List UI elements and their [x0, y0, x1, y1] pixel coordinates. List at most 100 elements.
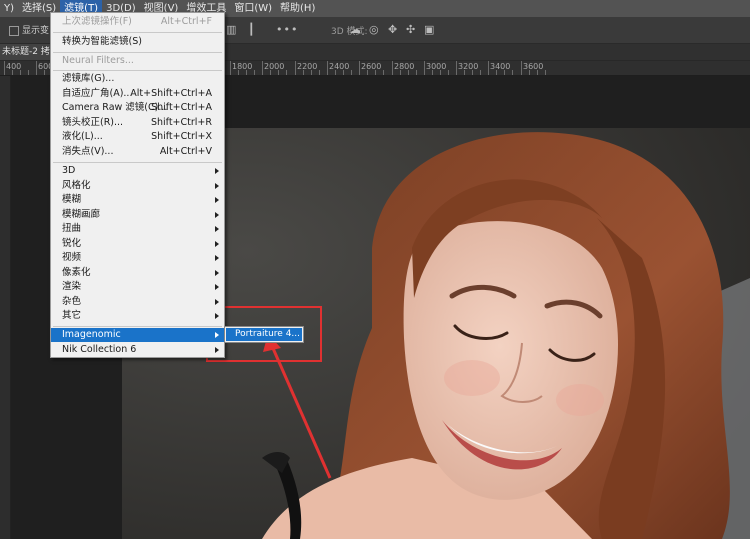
menu-camera-raw[interactable]: Camera Raw 滤镜(C)... Shift+Ctrl+A: [51, 101, 224, 115]
menu-sub-3d[interactable]: 3D: [51, 164, 224, 178]
ruler-label: 2800: [394, 62, 415, 71]
ruler-label: 3600: [523, 62, 544, 71]
ruler-label: 3200: [458, 62, 479, 71]
menu-sub-blur-gallery[interactable]: 模糊画廊: [51, 208, 224, 222]
menu-item-help[interactable]: 帮助(H): [276, 0, 319, 17]
menu-sub-video[interactable]: 视频: [51, 251, 224, 265]
menu-sub-render[interactable]: 渲染: [51, 280, 224, 294]
ruler-minor-tick: [278, 70, 279, 75]
document-tab[interactable]: 未标题-2 拷贝: [0, 44, 57, 60]
ruler-minor-tick: [12, 70, 13, 75]
orbit-icon[interactable]: ☁: [350, 23, 361, 36]
filter-menu: 上次滤镜操作(F) Alt+Ctrl+F 转换为智能滤镜(S) Neural F…: [50, 12, 225, 358]
ruler-minor-tick: [335, 70, 336, 75]
ruler-minor-tick: [545, 70, 546, 75]
menu-sub-pixelate[interactable]: 像素化: [51, 266, 224, 280]
camera-icon[interactable]: ▣: [424, 23, 434, 36]
submenu-arrow-icon: [215, 255, 219, 261]
ruler-minor-tick: [311, 70, 312, 75]
submenu-arrow-icon: [215, 212, 219, 218]
menu-last-filter: 上次滤镜操作(F) Alt+Ctrl+F: [62, 16, 212, 27]
submenu-arrow-icon: [215, 347, 219, 353]
menu-lens-correction[interactable]: 镜头校正(R)... Shift+Ctrl+R: [51, 116, 224, 130]
ruler-minor-tick: [383, 70, 384, 75]
submenu-arrow-icon: [215, 241, 219, 247]
submenu-arrow-icon: [215, 332, 219, 338]
ruler-label: 2200: [297, 62, 318, 71]
ruler-minor-tick: [246, 70, 247, 75]
ruler-label: 2600: [361, 62, 382, 71]
menu-sub-other[interactable]: 其它: [51, 309, 224, 323]
menu-portraiture[interactable]: Portraiture 4...: [226, 328, 302, 341]
menu-separator: [53, 70, 222, 71]
menu-separator: [53, 162, 222, 163]
align-icon[interactable]: ▥: [226, 23, 236, 36]
ruler-tick: [295, 61, 296, 75]
ruler-minor-tick: [512, 70, 513, 75]
ruler-tick: [521, 61, 522, 75]
menu-separator: [53, 326, 222, 327]
menu-neural-filters[interactable]: Neural Filters...: [51, 54, 224, 68]
menu-sub-nik-collection[interactable]: Nik Collection 6: [51, 343, 224, 357]
ruler-minor-tick: [448, 70, 449, 75]
ruler-minor-tick: [496, 70, 497, 75]
ruler-minor-tick: [319, 70, 320, 75]
menu-sub-blur[interactable]: 模糊: [51, 193, 224, 207]
ruler-minor-tick: [20, 70, 21, 75]
left-toolbar: [0, 76, 11, 539]
ruler-minor-tick: [480, 70, 481, 75]
ruler-tick: [359, 61, 360, 75]
ruler-tick: [424, 61, 425, 75]
ruler-minor-tick: [464, 70, 465, 75]
menu-convert-smart-filter[interactable]: 转换为智能滤镜(S): [51, 35, 224, 49]
submenu-arrow-icon: [215, 168, 219, 174]
submenu-arrow-icon: [215, 270, 219, 276]
ruler-tick: [488, 61, 489, 75]
menu-adaptive-wide-angle[interactable]: 自适应广角(A)... Alt+Shift+Ctrl+A: [51, 87, 224, 101]
more-options-icon[interactable]: •••: [276, 23, 298, 36]
ruler-minor-tick: [286, 70, 287, 75]
menu-sub-noise[interactable]: 杂色: [51, 295, 224, 309]
pan-icon[interactable]: ✥: [388, 23, 397, 36]
ruler-minor-tick: [303, 70, 304, 75]
ruler-minor-tick: [375, 70, 376, 75]
slide-icon[interactable]: ✣: [406, 23, 415, 36]
ruler-minor-tick: [537, 70, 538, 75]
menu-liquify[interactable]: 液化(L)... Shift+Ctrl+X: [51, 130, 224, 144]
ruler-tick: [327, 61, 328, 75]
ruler-minor-tick: [529, 70, 530, 75]
menu-vanishing-point[interactable]: 消失点(V)... Alt+Ctrl+V: [51, 145, 224, 159]
ruler-tick: [36, 61, 37, 75]
ruler-label: 400: [6, 62, 22, 71]
distribute-icon[interactable]: ┃: [248, 23, 255, 36]
ruler-tick: [230, 61, 231, 75]
roll-icon[interactable]: ◎: [369, 23, 379, 36]
show-transform-checkbox[interactable]: [9, 26, 19, 36]
ruler-label: 2400: [329, 62, 350, 71]
ruler-label: 1800: [232, 62, 253, 71]
menu-sub-imagenomic[interactable]: Imagenomic: [51, 328, 224, 342]
submenu-arrow-icon: [215, 284, 219, 290]
ruler-tick: [4, 61, 5, 75]
ruler-minor-tick: [408, 70, 409, 75]
menu-sub-stylize[interactable]: 风格化: [51, 179, 224, 193]
ruler-minor-tick: [504, 70, 505, 75]
ruler-tick: [262, 61, 263, 75]
submenu-arrow-icon: [215, 313, 219, 319]
submenu-arrow-icon: [215, 226, 219, 232]
ruler-tick: [456, 61, 457, 75]
ruler-minor-tick: [416, 70, 417, 75]
menu-sub-distort[interactable]: 扭曲: [51, 222, 224, 236]
ruler-minor-tick: [238, 70, 239, 75]
submenu-arrow-icon: [215, 299, 219, 305]
menu-item-type[interactable]: Y): [0, 0, 18, 17]
menu-filter-gallery[interactable]: 滤镜库(G)...: [51, 72, 224, 86]
show-transform-label: 显示变: [22, 26, 50, 36]
ruler-minor-tick: [440, 70, 441, 75]
ruler-label: 3400: [490, 62, 511, 71]
menu-sub-sharpen[interactable]: 锐化: [51, 237, 224, 251]
menu-item-window[interactable]: 窗口(W): [230, 0, 276, 17]
ruler-minor-tick: [343, 70, 344, 75]
ruler-minor-tick: [432, 70, 433, 75]
submenu-arrow-icon: [215, 197, 219, 203]
